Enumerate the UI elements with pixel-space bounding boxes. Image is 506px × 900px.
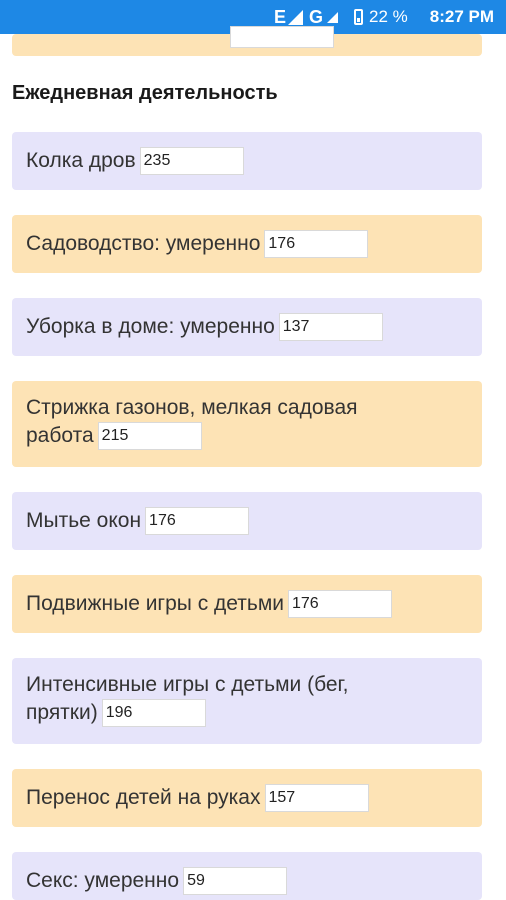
activity-card: Интенсивные игры с детьми (бег, прятки): [12, 658, 482, 744]
activity-label: Мытье окон: [26, 509, 142, 532]
activity-card: Мытье окон: [12, 492, 482, 550]
activity-card: Подвижные игры с детьми: [12, 575, 482, 633]
activity-card: Уборка в доме: умеренно: [12, 298, 482, 356]
activity-label: Колка дров: [26, 149, 136, 172]
clock: 8:27 PM: [429, 7, 494, 26]
battery-icon: [354, 9, 363, 25]
activity-card: Колка дров: [12, 132, 482, 190]
partial-card: [12, 26, 482, 56]
activity-value-input[interactable]: [145, 507, 250, 535]
activity-label-line2: работа: [26, 424, 94, 447]
activity-value-input[interactable]: [264, 230, 369, 258]
battery-percent: 22 %: [369, 7, 408, 26]
activity-label-line1: Стрижка газонов, мелкая садовая: [26, 396, 358, 419]
signal-group: E G: [274, 7, 342, 28]
activity-value-input[interactable]: [278, 313, 383, 341]
activity-card: Стрижка газонов, мелкая садовая работа: [12, 381, 482, 467]
activity-label: Уборка в доме: умеренно: [26, 315, 275, 338]
signal-strength-icon: [287, 9, 303, 25]
activity-value-input[interactable]: [139, 147, 244, 175]
activity-label: Секс: умеренно: [26, 869, 180, 892]
activity-label-line2: прятки): [26, 701, 98, 724]
activity-label: Перенос детей на руках: [26, 786, 261, 809]
activity-label: Подвижные игры с детьми: [26, 592, 284, 615]
section-title: Ежедневная деятельность: [12, 82, 278, 104]
activity-label: Садоводство: умеренно: [26, 232, 261, 255]
activity-value-input[interactable]: [101, 699, 206, 728]
activity-label-line1: Интенсивные игры с детьми (бег,: [26, 673, 349, 696]
activity-card: Перенос детей на руках: [12, 769, 482, 827]
activity-value-input[interactable]: [97, 422, 202, 451]
activity-value-input[interactable]: [288, 590, 392, 618]
signal-strength-icon-2: [327, 11, 338, 23]
activity-value-input[interactable]: [264, 784, 369, 812]
partial-value-input[interactable]: [230, 26, 334, 48]
network-type-e: E: [273, 6, 286, 27]
activity-card: Секс: умеренно: [12, 852, 482, 900]
activity-card: Садоводство: умеренно: [12, 215, 482, 273]
activity-value-input[interactable]: [183, 867, 288, 895]
network-type-g: G: [308, 6, 323, 27]
